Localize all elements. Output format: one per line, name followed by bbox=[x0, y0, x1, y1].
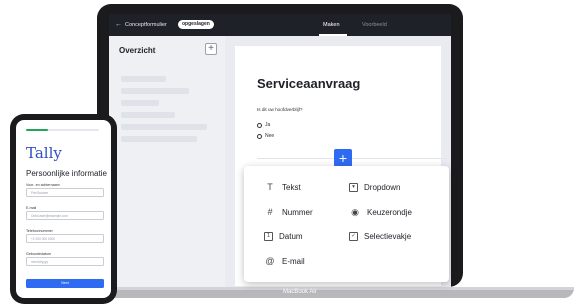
field-label-phone: Telefoonnummer bbox=[26, 229, 53, 233]
checkbox-icon: ✓ bbox=[349, 231, 358, 241]
app-topbar: ← Conceptformulier opgeslagen Maken Voor… bbox=[109, 14, 451, 36]
menu-item-selectievakje[interactable]: ✓ Selectievakje bbox=[349, 230, 411, 242]
plus-icon[interactable]: + bbox=[205, 43, 217, 55]
sidebar: Overzicht + bbox=[109, 36, 225, 287]
menu-item-keuzerondje[interactable]: ◉ Keuzerondje bbox=[349, 206, 412, 218]
sidebar-title: Overzicht bbox=[119, 46, 156, 55]
block-menu: T Tekst ▾ Dropdown # Nummer ◉ Keuzerondj… bbox=[244, 166, 449, 282]
form-page-heading: Persoonlijke informatie bbox=[26, 169, 107, 178]
sidebar-placeholder-line bbox=[121, 100, 159, 106]
menu-item-label: Nummer bbox=[282, 207, 313, 217]
calendar-icon: 1 bbox=[264, 231, 273, 241]
sidebar-placeholder-line bbox=[121, 112, 175, 118]
device-label: MacBook Air bbox=[283, 289, 317, 295]
arrow-left-icon[interactable]: ← bbox=[115, 21, 122, 28]
sidebar-placeholder-line bbox=[121, 76, 166, 82]
text-icon: T bbox=[267, 182, 273, 192]
field-label-birthdate: Geboortedatum bbox=[26, 252, 51, 256]
field-label-name: Voor- en achternaam bbox=[26, 183, 60, 187]
form-title[interactable]: Serviceaanvraag bbox=[257, 76, 360, 91]
menu-item-label: Selectievakje bbox=[364, 231, 412, 241]
radio-icon: ◉ bbox=[351, 207, 359, 217]
birthdate-field[interactable]: mm/dd/yyyy bbox=[26, 257, 104, 266]
menu-item-datum[interactable]: 1 Datum bbox=[264, 230, 303, 242]
radio-option-ja[interactable]: Ja bbox=[257, 121, 270, 129]
question-label[interactable]: Is dit uw hoofdverblijf? bbox=[257, 107, 302, 112]
hash-icon: # bbox=[267, 207, 273, 217]
add-block-button[interactable]: + bbox=[334, 149, 352, 167]
form-name: Conceptformulier bbox=[125, 22, 167, 28]
divider bbox=[257, 158, 447, 159]
phone-screen: Tally Persoonlijke informatie Voor- en a… bbox=[16, 120, 111, 298]
tab-maken[interactable]: Maken bbox=[323, 21, 340, 29]
phone-field[interactable]: +1 000 000 0000 bbox=[26, 234, 104, 243]
progress-fill bbox=[26, 129, 48, 131]
tally-logo: Tally bbox=[26, 144, 62, 162]
radio-option-nee[interactable]: Nee bbox=[257, 132, 274, 140]
menu-item-label: Keuzerondje bbox=[367, 207, 412, 217]
laptop-base-edge bbox=[89, 287, 574, 290]
next-button[interactable]: Next bbox=[26, 279, 104, 288]
menu-item-dropdown[interactable]: ▾ Dropdown bbox=[349, 181, 400, 193]
dropdown-icon: ▾ bbox=[349, 182, 358, 192]
radio-icon bbox=[257, 122, 262, 128]
email-field[interactable]: Onbouwer@example.com bbox=[26, 211, 104, 220]
menu-item-tekst[interactable]: T Tekst bbox=[264, 181, 301, 193]
radio-option-label: Nee bbox=[265, 133, 275, 139]
saved-badge: opgeslagen bbox=[178, 20, 214, 29]
name-field[interactable]: Piet Bouwer bbox=[26, 188, 104, 197]
at-sign-icon: @ bbox=[265, 256, 275, 266]
sidebar-placeholder-line bbox=[121, 88, 189, 94]
product-mockup: ← Conceptformulier opgeslagen Maken Voor… bbox=[0, 0, 587, 306]
menu-item-nummer[interactable]: # Nummer bbox=[264, 206, 313, 218]
tab-voorbeeld[interactable]: Voorbeeld bbox=[362, 21, 387, 29]
field-label-email: E-mail bbox=[26, 206, 37, 210]
progress-bar bbox=[26, 129, 99, 131]
menu-item-label: Tekst bbox=[282, 182, 301, 192]
sidebar-placeholder-line bbox=[121, 136, 197, 142]
sidebar-placeholder-line bbox=[121, 124, 207, 130]
radio-icon bbox=[257, 133, 262, 139]
menu-item-label: Datum bbox=[279, 231, 303, 241]
menu-item-e-mail[interactable]: @ E-mail bbox=[264, 255, 305, 267]
menu-item-label: Dropdown bbox=[364, 182, 401, 192]
menu-item-label: E-mail bbox=[282, 256, 305, 266]
radio-option-label: Ja bbox=[265, 122, 271, 128]
